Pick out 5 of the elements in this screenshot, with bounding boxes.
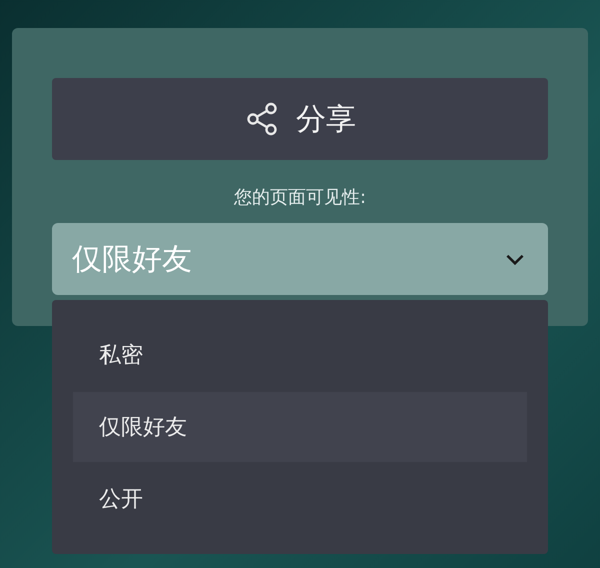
menu-option[interactable]: 仅限好友 bbox=[73, 392, 527, 462]
visibility-label: 您的页面可见性: bbox=[234, 186, 366, 210]
menu-option[interactable]: 私密 bbox=[73, 320, 527, 390]
menu-option[interactable]: 公开 bbox=[73, 464, 527, 534]
share-button[interactable]: 分享 bbox=[52, 78, 548, 160]
